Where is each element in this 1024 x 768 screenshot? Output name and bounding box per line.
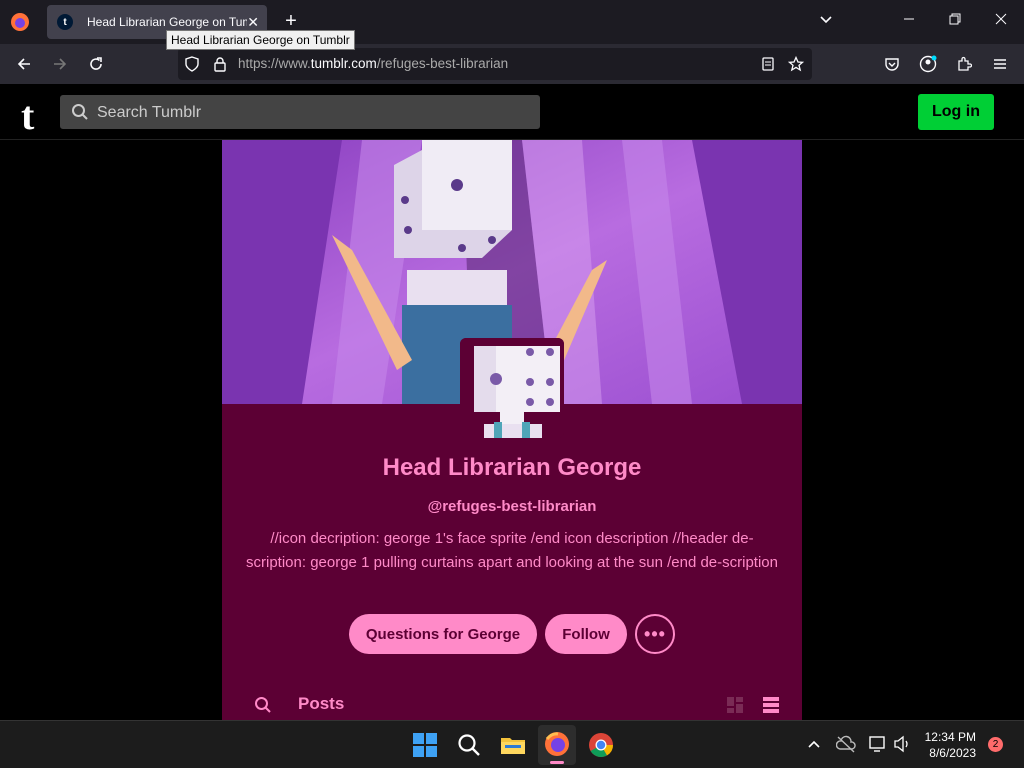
tumblr-logo[interactable]: t [21,92,34,139]
chevron-up-icon[interactable] [806,736,832,762]
back-arrow-icon[interactable] [12,52,36,76]
bookmark-star-icon[interactable] [784,52,808,76]
file-explorer-icon[interactable] [500,732,526,758]
windows-start-icon[interactable] [412,732,438,758]
tab-close-icon[interactable]: ✕ [247,14,259,31]
reload-icon[interactable] [84,52,108,76]
firefox-taskbar-button[interactable] [538,725,576,765]
notification-badge[interactable]: 2 [988,737,1003,752]
list-all-tabs-icon[interactable] [814,12,838,29]
windows-taskbar: 12:34 PM 8/6/2023 2 [0,720,1024,768]
restore-icon[interactable] [943,12,967,28]
extensions-icon[interactable] [952,52,976,76]
blog-description: //icon decription: george 1's face sprit… [246,530,778,571]
follow-button[interactable]: Follow [545,614,627,654]
blog-search-icon[interactable] [254,696,272,719]
tab-title: Head Librarian George on Tumblr [87,15,247,29]
reader-view-icon[interactable] [756,52,780,76]
search-icon [71,103,89,126]
browser-nav-bar: https://www.tumblr.com/refuges-best-libr… [0,44,1024,84]
pocket-icon[interactable] [880,52,904,76]
tumblr-favicon-icon: t [57,14,73,30]
questions-button[interactable]: Questions for George [349,614,537,654]
network-icon[interactable] [868,735,894,761]
forward-arrow-icon[interactable] [48,52,72,76]
browser-tab-bar: t Head Librarian George on Tumblr ✕ + [0,0,1024,44]
grid-view-icon[interactable] [726,696,744,719]
chrome-icon[interactable] [588,732,614,758]
volume-icon[interactable] [893,735,919,761]
blog-handle: @refuges-best-librarian [427,498,597,515]
system-clock[interactable]: 12:34 PM 8/6/2023 [920,729,976,761]
tab-tooltip: Head Librarian George on Tumblr [166,30,355,50]
onedrive-offline-icon[interactable] [835,735,862,761]
active-app-indicator [550,761,564,764]
search-taskbar-icon[interactable] [456,732,482,758]
clock-date: 8/6/2023 [929,746,976,760]
login-button[interactable]: Log in [918,94,994,130]
hamburger-menu-icon[interactable] [988,52,1012,76]
minimize-icon[interactable] [897,12,921,28]
tumblr-header: t Search Tumblr Log in [0,84,1024,140]
tracking-protection-shield-icon[interactable] [180,52,204,76]
search-input[interactable]: Search Tumblr [60,95,540,129]
clock-time: 12:34 PM [924,730,976,744]
blog-avatar[interactable] [460,338,564,438]
blog-panel: Head Librarian George @refuges-best-libr… [222,140,802,720]
lock-icon[interactable] [208,52,232,76]
posts-tab[interactable]: Posts [298,694,344,714]
url-bar[interactable]: https://www.tumblr.com/refuges-best-libr… [178,48,812,80]
firefox-icon [544,731,570,762]
url-text: https://www.tumblr.com/refuges-best-libr… [238,56,509,71]
firefox-view-icon[interactable] [8,10,32,34]
posts-tab-row: Posts [222,688,802,720]
blog-title: Head Librarian George [382,454,642,481]
search-placeholder: Search Tumblr [97,104,202,121]
more-options-button[interactable]: ••• [635,614,675,654]
close-window-icon[interactable] [989,12,1013,28]
list-view-icon[interactable] [762,696,780,719]
account-icon[interactable] [916,52,940,76]
